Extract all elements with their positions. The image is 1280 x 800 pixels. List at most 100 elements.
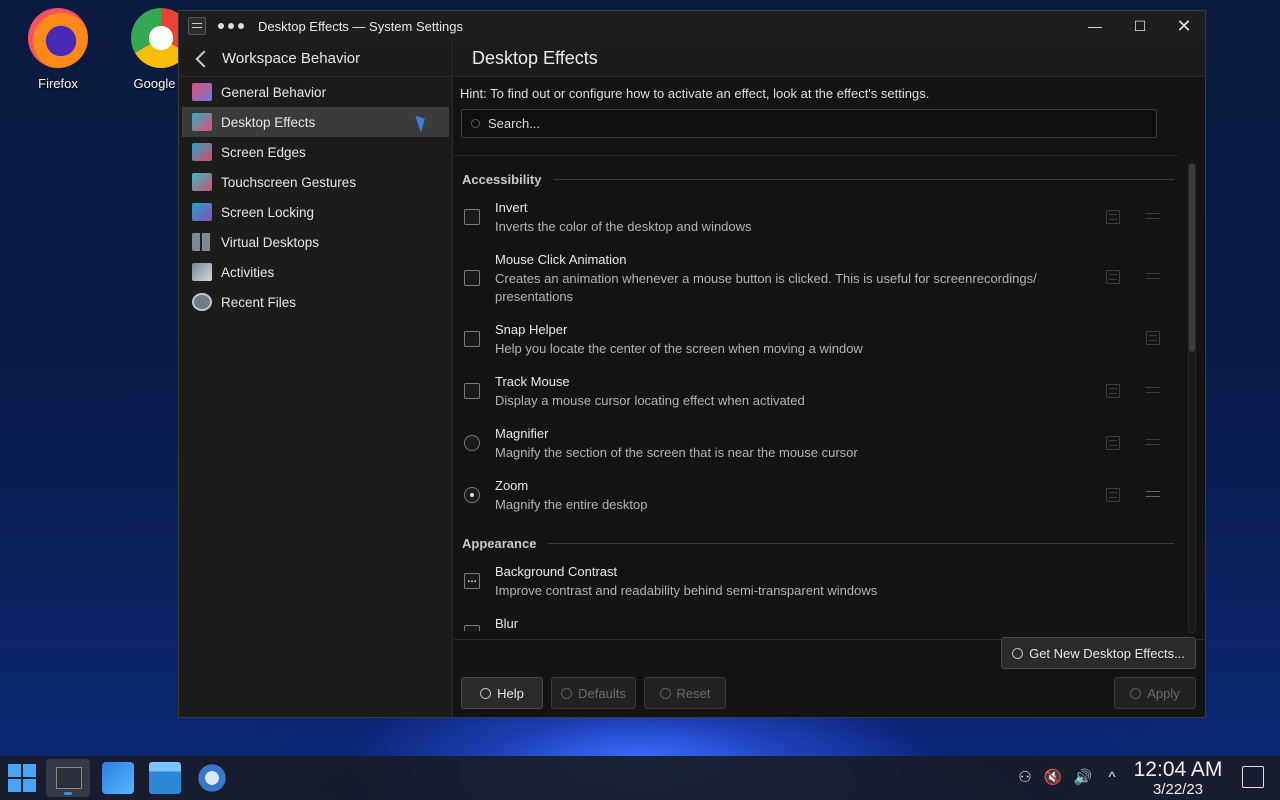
system-settings-window: Desktop Effects — System Settings — ☐ ✕ … [178, 10, 1206, 718]
button-label: Reset [676, 685, 711, 701]
effect-name: Blur [495, 616, 519, 631]
effect-partial-checkbox[interactable]: … [464, 573, 480, 589]
user-status-icon[interactable]: ⚇ [1015, 768, 1035, 788]
effect-checkbox[interactable] [464, 383, 480, 399]
video-icon[interactable] [1106, 270, 1120, 284]
effect-checkbox[interactable] [464, 209, 480, 225]
download-icon [1012, 647, 1024, 659]
effects-list-scrollbar[interactable] [1188, 163, 1196, 633]
sidebar-item-general-behavior[interactable]: General Behavior [179, 77, 452, 107]
sidebar-item-touchscreen-gestures[interactable]: Touchscreen Gestures [179, 167, 452, 197]
window-title: Desktop Effects — System Settings [258, 18, 463, 34]
clock-time[interactable]: 12:04 AM [1128, 758, 1228, 782]
video-icon[interactable] [1146, 331, 1160, 345]
reset-button[interactable]: Reset [644, 677, 726, 709]
video-icon[interactable] [1106, 436, 1120, 450]
effect-radio-checked[interactable] [464, 487, 480, 503]
button-label: Defaults [578, 685, 626, 701]
virtual-desktops-icon [192, 233, 212, 251]
section-divider [548, 542, 1174, 544]
hint-text: Hint: To find out or configure how to ac… [460, 86, 930, 101]
taskbar-store-icon[interactable] [102, 762, 134, 794]
desktop-icon-firefox[interactable]: Firefox [13, 8, 103, 91]
page-title: Desktop Effects [472, 48, 598, 68]
button-label: Get New Desktop Effects... [1029, 645, 1185, 661]
minimize-button[interactable]: — [1084, 15, 1106, 37]
effect-checkbox[interactable] [464, 270, 480, 286]
button-label: Apply [1147, 685, 1180, 701]
sidebar-title: Workspace Behavior [222, 50, 361, 67]
section-divider [553, 178, 1174, 180]
window-menu-dots-icon[interactable] [218, 23, 244, 29]
sidebar-item-desktop-effects[interactable]: Desktop Effects [182, 107, 449, 137]
search-input[interactable] [488, 116, 1128, 131]
effect-checkbox[interactable] [464, 331, 480, 347]
taskbar-discover-icon[interactable] [196, 762, 228, 794]
effect-name: Invert [495, 200, 528, 215]
effect-description: Improve contrast and readability behind … [495, 583, 878, 598]
help-button[interactable]: Help [461, 677, 543, 709]
general-behavior-icon [192, 83, 212, 101]
section-title: Accessibility [462, 171, 542, 187]
mouse-cursor-icon [415, 113, 429, 133]
configure-icon[interactable] [1146, 488, 1160, 502]
effect-description: Magnify the section of the screen that i… [495, 445, 858, 460]
sidebar-header: Workspace Behavior [179, 41, 452, 77]
sidebar: Workspace Behavior General Behavior Desk… [179, 41, 453, 717]
effects-list[interactable]: Accessibility Invert Inverts the color o… [454, 155, 1178, 631]
sidebar-item-label: Virtual Desktops [221, 234, 320, 250]
apply-button[interactable]: Apply [1114, 677, 1196, 709]
activities-icon [192, 263, 212, 281]
sidebar-item-screen-edges[interactable]: Screen Edges [179, 137, 452, 167]
scrollbar-thumb[interactable] [1189, 164, 1195, 352]
configure-icon [1146, 270, 1160, 284]
sidebar-item-label: Desktop Effects [221, 114, 316, 130]
start-menu-icon[interactable] [8, 764, 36, 792]
window-titlebar[interactable]: Desktop Effects — System Settings — ☐ ✕ [179, 11, 1205, 41]
search-box[interactable] [461, 109, 1157, 138]
sidebar-item-activities[interactable]: Activities [179, 257, 452, 287]
apply-icon [1130, 687, 1142, 699]
close-button[interactable]: ✕ [1173, 15, 1195, 37]
effect-description: Help you locate the center of the screen… [495, 341, 863, 356]
video-icon[interactable] [1106, 384, 1120, 398]
sidebar-item-label: Recent Files [221, 294, 297, 310]
sidebar-item-screen-locking[interactable]: Screen Locking [179, 197, 452, 227]
effect-description: Magnify the entire desktop [495, 497, 648, 512]
volume-icon[interactable]: 🔊 [1073, 768, 1093, 788]
taskbar-system-settings-icon[interactable] [46, 759, 90, 797]
sidebar-item-label: Activities [221, 264, 275, 280]
configure-icon [1146, 210, 1160, 224]
video-icon[interactable] [1106, 488, 1120, 502]
effect-name: Zoom [495, 478, 529, 493]
sidebar-item-label: Screen Locking [221, 204, 315, 220]
effect-radio[interactable] [464, 435, 480, 451]
sidebar-item-virtual-desktops[interactable]: Virtual Desktops [179, 227, 452, 257]
show-desktop-icon[interactable] [1242, 766, 1264, 788]
video-icon[interactable] [1106, 210, 1120, 224]
button-label: Help [497, 685, 524, 701]
taskbar-file-manager-icon[interactable] [149, 762, 181, 794]
section-title: Appearance [462, 535, 537, 551]
effect-name: Snap Helper [495, 322, 568, 337]
sidebar-item-recent-files[interactable]: Recent Files [179, 287, 452, 317]
section-header-appearance: Appearance [462, 534, 1174, 552]
microphone-muted-icon[interactable]: 🔇 [1043, 768, 1063, 788]
tray-expand-chevron-icon[interactable]: ^ [1102, 768, 1122, 788]
configure-icon [1146, 436, 1160, 450]
back-arrow-icon[interactable] [195, 50, 213, 67]
get-new-desktop-effects-button[interactable]: Get New Desktop Effects... [1001, 637, 1196, 669]
firefox-icon [28, 8, 88, 68]
touchscreen-gestures-icon [192, 173, 212, 191]
effect-partial-checkbox[interactable]: … [464, 625, 480, 631]
clock-date[interactable]: 3/22/23 [1128, 781, 1228, 798]
section-header-accessibility: Accessibility [462, 170, 1174, 188]
screen-locking-icon [192, 203, 212, 221]
maximize-button[interactable]: ☐ [1129, 15, 1151, 37]
effect-name: Magnifier [495, 426, 549, 441]
system-settings-app-icon[interactable] [188, 17, 206, 35]
search-icon [471, 119, 480, 128]
screen-edges-icon [192, 143, 212, 161]
main-header: Desktop Effects [454, 41, 1205, 77]
defaults-button[interactable]: Defaults [551, 677, 636, 709]
